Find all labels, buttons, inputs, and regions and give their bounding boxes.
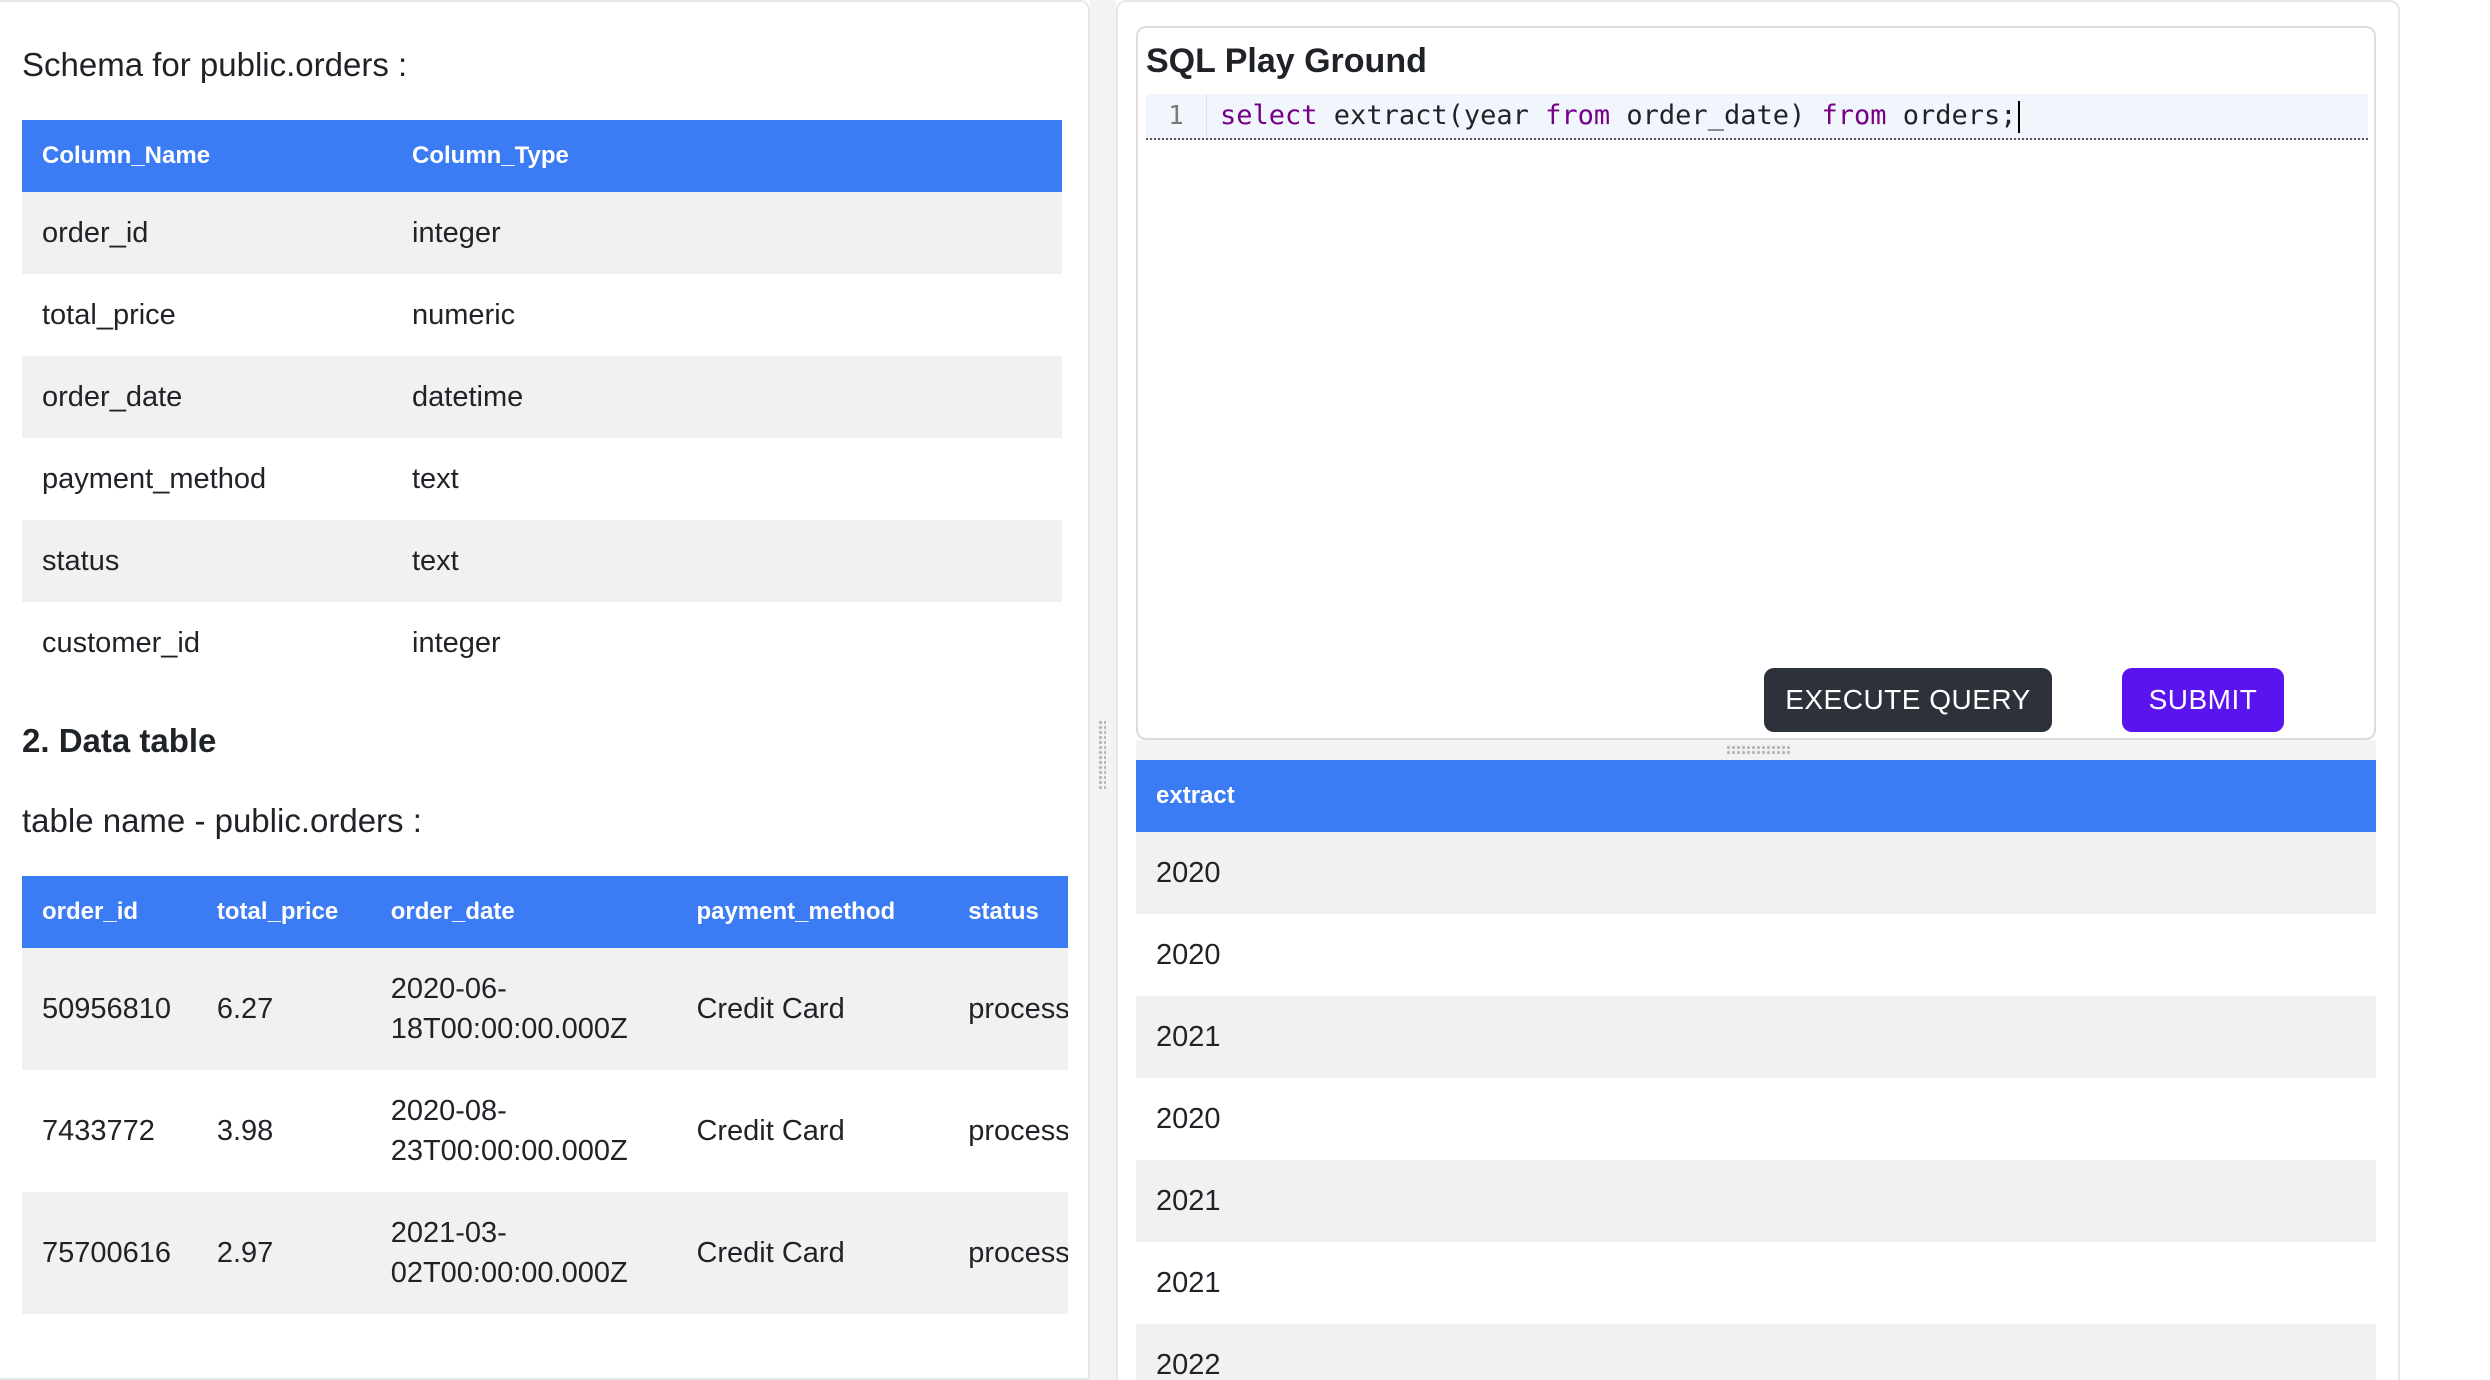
table-cell: 2020 [1136, 914, 2376, 996]
data-row: 50956810 6.27 2020-06-18T00:00:00.000Z Cred… [22, 948, 1068, 1070]
table-cell: Credit Card [676, 948, 949, 1070]
submit-button[interactable]: SUBMIT [2122, 668, 2284, 732]
sql-text: order_date) [1610, 100, 1822, 131]
line-number: 1 [1146, 94, 1207, 138]
table-cell: 50956810 [22, 948, 197, 1070]
table-cell: 2020 [1136, 832, 2376, 914]
table-cell: 2020 [1136, 1078, 2376, 1160]
sql-text: extract(year [1317, 100, 1546, 131]
vertical-split-gutter[interactable] [1090, 0, 1116, 1380]
table-cell: payment_method [22, 438, 392, 520]
schema-header-column-type: Column_Type [392, 120, 1062, 192]
schema-header-column-name: Column_Name [22, 120, 392, 192]
table-cell: numeric [392, 274, 1062, 356]
table-cell: datetime [392, 356, 1062, 438]
table-cell: processed [948, 948, 1068, 1070]
sql-keyword: from [1545, 100, 1611, 131]
table-cell: 75700616 [22, 1192, 197, 1314]
data-table-heading: 2. Data table [22, 722, 217, 759]
sql-keyword: select [1220, 100, 1318, 131]
table-cell: 2020-08-23T00:00:00.000Z [370, 1070, 677, 1192]
result-row: 2021 [1136, 996, 2376, 1078]
table-cell: 2021-03-02T00:00:00.000Z [370, 1192, 677, 1314]
data-header-order-id: order_id [22, 876, 197, 948]
schema-table: Column_Name Column_Type order_id integer t… [22, 120, 1062, 684]
result-row: 2020 [1136, 832, 2376, 914]
drag-handle-icon[interactable] [1726, 745, 1790, 755]
result-row: 2021 [1136, 1160, 2376, 1242]
text-cursor [2017, 100, 2020, 133]
table-cell: order_date [22, 356, 392, 438]
table-cell: 2021 [1136, 1160, 2376, 1242]
execute-query-button[interactable]: EXECUTE QUERY [1764, 668, 2052, 732]
schema-header-row: Column_Name Column_Type [22, 120, 1062, 192]
table-cell: processed [948, 1070, 1068, 1192]
schema-row: customer_id integer [22, 602, 1062, 684]
table-cell: 2021 [1136, 1242, 2376, 1324]
table-cell: total_price [22, 274, 392, 356]
table-cell: 2020-06-18T00:00:00.000Z [370, 948, 677, 1070]
table-cell: integer [392, 192, 1062, 274]
table-cell: 3.98 [196, 1070, 371, 1192]
schema-panel: Schema for public.orders : Column_Name C… [0, 0, 1090, 1380]
data-table-name: table name - public.orders : [22, 802, 422, 839]
result-table: extract 2020 2020 2021 2020 2021 2021 2022 [1136, 760, 2376, 1380]
data-header-total-price: total_price [196, 876, 371, 948]
data-table-scroll[interactable]: order_id total_price order_date payment_… [22, 876, 1068, 1316]
data-header-status: status [948, 876, 1068, 948]
table-cell: processed [948, 1192, 1068, 1314]
result-row: 2020 [1136, 1078, 2376, 1160]
schema-row: payment_method text [22, 438, 1062, 520]
schema-title: Schema for public.orders : [22, 46, 408, 83]
schema-row: total_price numeric [22, 274, 1062, 356]
table-cell: Credit Card [676, 1192, 949, 1314]
table-cell: 2022 [1136, 1324, 2376, 1380]
schema-row: status text [22, 520, 1062, 602]
table-cell: 7433772 [22, 1070, 197, 1192]
code-line[interactable]: 1 select extract(year from order_date) f… [1146, 94, 2368, 140]
table-cell: status [22, 520, 392, 602]
data-row: 7433772 3.98 2020-08-23T00:00:00.000Z Credi… [22, 1070, 1068, 1192]
sql-text: orders; [1886, 100, 2017, 131]
table-cell: 2.97 [196, 1192, 371, 1314]
result-row: 2020 [1136, 914, 2376, 996]
horizontal-split-gutter[interactable] [1136, 740, 2376, 760]
result-row: 2022 [1136, 1324, 2376, 1380]
data-table: order_id total_price order_date payment_… [22, 876, 1068, 1314]
sql-code-input[interactable]: select extract(year from order_date) fro… [1220, 94, 2020, 138]
sql-keyword: from [1821, 100, 1887, 131]
table-cell: 6.27 [196, 948, 371, 1070]
table-cell: order_id [22, 192, 392, 274]
data-row: 75700616 2.97 2021-03-02T00:00:00.000Z Cred… [22, 1192, 1068, 1314]
table-cell: 2021 [1136, 996, 2376, 1078]
schema-row: order_id integer [22, 192, 1062, 274]
schema-row: order_date datetime [22, 356, 1062, 438]
table-cell: integer [392, 602, 1062, 684]
result-header-extract: extract [1136, 760, 2376, 832]
table-cell: customer_id [22, 602, 392, 684]
drag-handle-icon[interactable] [1098, 720, 1106, 790]
sql-editor: SQL Play Ground 1 select extract(year fr… [1136, 26, 2376, 740]
result-table-scroll[interactable]: extract 2020 2020 2021 2020 2021 2021 2022 [1136, 760, 2376, 1380]
table-cell: text [392, 438, 1062, 520]
result-row: 2021 [1136, 1242, 2376, 1324]
data-header-order-date: order_date [370, 876, 677, 948]
data-header-row: order_id total_price order_date payment_… [22, 876, 1068, 948]
result-header-row: extract [1136, 760, 2376, 832]
table-cell: text [392, 520, 1062, 602]
editor-title: SQL Play Ground [1146, 42, 1427, 80]
data-header-payment-method: payment_method [676, 876, 949, 948]
table-cell: Credit Card [676, 1070, 949, 1192]
